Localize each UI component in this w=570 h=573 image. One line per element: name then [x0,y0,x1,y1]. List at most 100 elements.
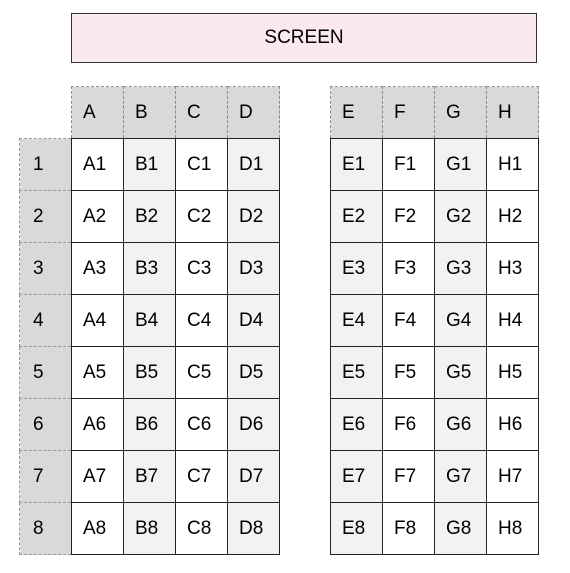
seat-row: 1 A1 B1 C1 D1 [19,138,280,191]
seat-row: 5 A5 B5 C5 D5 [19,346,280,399]
seat-row: E2 F2 G2 H2 [330,190,539,243]
seat-cell[interactable]: G7 [434,450,487,503]
seat-row: E7 F7 G7 H7 [330,450,539,503]
screen-banner: SCREEN [71,13,537,63]
seat-row: E6 F6 G6 H6 [330,398,539,451]
seat-cell[interactable]: C3 [175,242,228,295]
seat-row: E3 F3 G3 H3 [330,242,539,295]
seat-cell[interactable]: G3 [434,242,487,295]
seat-cell[interactable]: F3 [382,242,435,295]
seat-cell[interactable]: A8 [71,502,124,555]
seat-cell[interactable]: D6 [227,398,280,451]
seat-cell[interactable]: F7 [382,450,435,503]
seat-row: 3 A3 B3 C3 D3 [19,242,280,295]
seat-cell[interactable]: H1 [486,138,539,191]
column-header: H [486,86,539,139]
seat-cell[interactable]: B7 [123,450,176,503]
seat-cell[interactable]: B4 [123,294,176,347]
seat-cell[interactable]: C2 [175,190,228,243]
seat-cell[interactable]: G5 [434,346,487,399]
seat-cell[interactable]: A4 [71,294,124,347]
seat-cell[interactable]: F5 [382,346,435,399]
row-header: 8 [19,502,72,555]
seat-cell[interactable]: F1 [382,138,435,191]
seat-cell[interactable]: E6 [330,398,383,451]
column-header: D [227,86,280,139]
seat-cell[interactable]: F4 [382,294,435,347]
seat-cell[interactable]: A6 [71,398,124,451]
seat-cell[interactable]: H7 [486,450,539,503]
seat-cell[interactable]: C5 [175,346,228,399]
row-header: 3 [19,242,72,295]
seat-cell[interactable]: E7 [330,450,383,503]
seat-cell[interactable]: A5 [71,346,124,399]
seat-cell[interactable]: D8 [227,502,280,555]
column-header: C [175,86,228,139]
seat-row: E4 F4 G4 H4 [330,294,539,347]
seat-cell[interactable]: E2 [330,190,383,243]
seat-cell[interactable]: C4 [175,294,228,347]
seat-cell[interactable]: F6 [382,398,435,451]
seat-cell[interactable]: C6 [175,398,228,451]
seat-row: E8 F8 G8 H8 [330,502,539,555]
seat-cell[interactable]: H8 [486,502,539,555]
row-header: 6 [19,398,72,451]
seat-block-left: A B C D 1 A1 B1 C1 D1 2 A2 B2 C2 D2 3 A3 B3 C3 D3 4 A4 B4… [19,86,280,555]
row-header: 4 [19,294,72,347]
seat-row: 2 A2 B2 C2 D2 [19,190,280,243]
column-header-row: E F G H [330,86,539,139]
row-header: 1 [19,138,72,191]
seat-cell[interactable]: E8 [330,502,383,555]
seat-row: 7 A7 B7 C7 D7 [19,450,280,503]
seat-cell[interactable]: D7 [227,450,280,503]
seat-cell[interactable]: A7 [71,450,124,503]
seat-cell[interactable]: C1 [175,138,228,191]
seat-cell[interactable]: G2 [434,190,487,243]
seat-cell[interactable]: B5 [123,346,176,399]
seat-cell[interactable]: E5 [330,346,383,399]
seat-cell[interactable]: C8 [175,502,228,555]
seat-row: E5 F5 G5 H5 [330,346,539,399]
row-header: 2 [19,190,72,243]
seat-row: 4 A4 B4 C4 D4 [19,294,280,347]
seat-cell[interactable]: B6 [123,398,176,451]
seat-cell[interactable]: C7 [175,450,228,503]
seat-cell[interactable]: G4 [434,294,487,347]
seat-block-right: E F G H E1 F1 G1 H1 E2 F2 G2 H2 E3 F3 G3 H3 E4 F4 G4 H4… [330,86,539,555]
seat-cell[interactable]: H4 [486,294,539,347]
seat-cell[interactable]: B8 [123,502,176,555]
seat-cell[interactable]: H2 [486,190,539,243]
seat-cell[interactable]: D2 [227,190,280,243]
seat-cell[interactable]: B2 [123,190,176,243]
seat-row: E1 F1 G1 H1 [330,138,539,191]
seat-cell[interactable]: E3 [330,242,383,295]
column-header-row: A B C D [19,86,280,139]
seat-row: 8 A8 B8 C8 D8 [19,502,280,555]
seat-cell[interactable]: E4 [330,294,383,347]
seat-cell[interactable]: D1 [227,138,280,191]
seat-cell[interactable]: A1 [71,138,124,191]
column-header: F [382,86,435,139]
corner-cell [19,86,72,139]
seat-cell[interactable]: G1 [434,138,487,191]
seat-cell[interactable]: A3 [71,242,124,295]
seat-cell[interactable]: G8 [434,502,487,555]
seat-cell[interactable]: H3 [486,242,539,295]
seat-cell[interactable]: B3 [123,242,176,295]
seat-cell[interactable]: F2 [382,190,435,243]
seat-cell[interactable]: H6 [486,398,539,451]
seat-cell[interactable]: H5 [486,346,539,399]
seat-cell[interactable]: E1 [330,138,383,191]
row-header: 5 [19,346,72,399]
seat-cell[interactable]: G6 [434,398,487,451]
seat-cell[interactable]: D4 [227,294,280,347]
seat-cell[interactable]: B1 [123,138,176,191]
seat-cell[interactable]: D3 [227,242,280,295]
column-header: E [330,86,383,139]
row-header: 7 [19,450,72,503]
seat-cell[interactable]: A2 [71,190,124,243]
column-header: B [123,86,176,139]
seat-cell[interactable]: F8 [382,502,435,555]
seat-cell[interactable]: D5 [227,346,280,399]
seat-row: 6 A6 B6 C6 D6 [19,398,280,451]
